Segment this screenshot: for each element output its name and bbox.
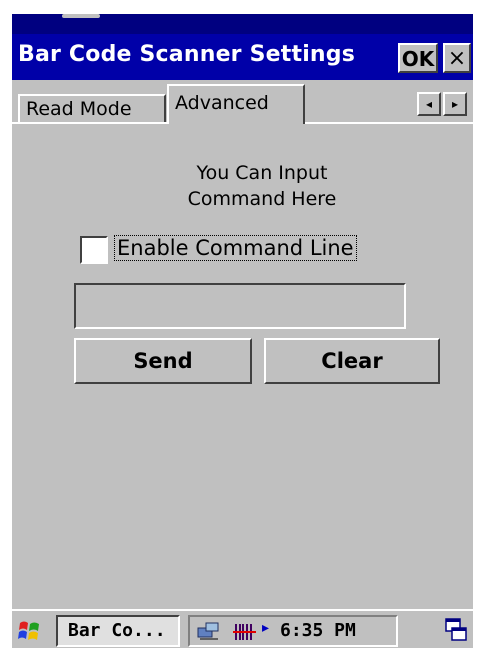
enable-command-label[interactable]: Enable Command Line	[114, 235, 357, 261]
taskbar: Bar Co... ▸ 6:35 PM	[12, 609, 473, 648]
ok-button[interactable]: OK	[398, 43, 438, 73]
send-button[interactable]: Send	[74, 338, 252, 384]
command-input[interactable]	[74, 283, 406, 329]
status-indicator	[62, 14, 100, 18]
close-button[interactable]: ×	[443, 43, 471, 73]
tab-advanced[interactable]: Advanced	[167, 84, 305, 124]
settings-panel: Read Mode Advanced ◂ ▸ You Can Input Com…	[12, 80, 473, 609]
window-title: Bar Code Scanner Settings	[18, 42, 356, 67]
instruction-line-1: You Can Input	[196, 162, 328, 184]
tray-arrow-icon: ▸	[262, 620, 270, 636]
clock: 6:35 PM	[280, 620, 356, 641]
instruction-text: You Can Input Command Here	[152, 160, 372, 212]
barcode-icon[interactable]	[232, 621, 258, 643]
tab-read-mode[interactable]: Read Mode	[18, 94, 166, 122]
system-tray: ▸ 6:35 PM	[188, 615, 398, 647]
enable-command-checkbox[interactable]	[80, 236, 108, 264]
tab-scroll-control: ◂ ▸	[417, 92, 469, 116]
scroll-left-button[interactable]: ◂	[417, 92, 441, 116]
device-screen: Bar Code Scanner Settings OK × Read Mode…	[12, 14, 473, 648]
title-bar: Bar Code Scanner Settings OK ×	[12, 34, 473, 80]
scroll-right-button[interactable]: ▸	[443, 92, 467, 116]
windows-flag-icon[interactable]	[16, 617, 44, 645]
taskbar-app-button[interactable]: Bar Co...	[56, 615, 180, 647]
network-icon[interactable]	[196, 620, 222, 642]
clear-button[interactable]: Clear	[264, 338, 440, 384]
desktop-icon[interactable]	[444, 617, 468, 643]
instruction-line-2: Command Here	[187, 188, 337, 210]
